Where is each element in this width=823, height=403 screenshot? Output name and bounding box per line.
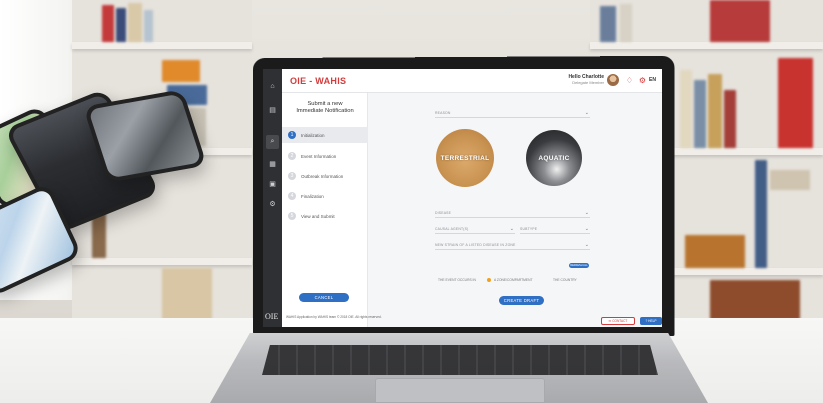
step-label: Outbreak Information: [301, 173, 344, 179]
step-number: 5: [288, 212, 296, 220]
side-rail: ⌂ ▤ ⌕ ▦ ▣ ⚙ OIE: [263, 69, 282, 327]
notification-icon[interactable]: ♢: [626, 76, 633, 85]
radio-selected-icon: [487, 278, 491, 282]
avatar[interactable]: [607, 74, 619, 86]
calendar-icon[interactable]: ▦: [266, 157, 279, 171]
step-label: Finalization: [301, 193, 324, 199]
app-brand[interactable]: OIE - WAHIS: [290, 76, 346, 86]
laptop-keyboard: [262, 345, 658, 375]
radio-zone-compartment[interactable]: A ZONE/COMPARTMENT: [487, 278, 533, 282]
terrestrial-option[interactable]: TERRESTRIAL: [436, 129, 494, 187]
radio-label: A ZONE/COMPARTMENT: [494, 278, 533, 282]
new-strain-select[interactable]: NEW STRAIN OF A LISTED DISEASE IN ZONE ⌄: [435, 241, 590, 250]
event-occurs-label: THE EVENT OCCURS IN: [438, 278, 476, 282]
panel-title-line2: Immediate Notification: [296, 108, 354, 114]
disease-label: DISEASE: [435, 211, 452, 215]
refresh-button[interactable]: REFRESH ALL: [569, 263, 589, 268]
chevron-down-icon: ⌄: [584, 242, 589, 248]
new-strain-label: NEW STRAIN OF A LISTED DISEASE IN ZONE: [435, 243, 516, 247]
search-icon[interactable]: ⌕: [266, 135, 279, 149]
chevron-down-icon: ⌄: [509, 226, 514, 232]
step-finalization[interactable]: 4 Finalization: [282, 188, 368, 204]
causal-agent-label: CAUSAL AGENT(S): [435, 227, 469, 231]
panel-title-line1: Submit a new: [307, 101, 343, 107]
laptop-trackpad: [375, 378, 545, 403]
causal-agent-select[interactable]: CAUSAL AGENT(S) ⌄: [435, 225, 515, 234]
help-label: HELP: [648, 319, 657, 323]
step-number: 3: [288, 172, 296, 180]
contact-button[interactable]: ✉ CONTACT: [601, 317, 635, 325]
step-number: 4: [288, 192, 296, 200]
reason-label: REASON: [435, 111, 451, 115]
main-form: REASON ⌄ TERRESTRIAL AQUATIC DISEASE ⌄ C…: [369, 93, 662, 327]
step-label: View and Submit: [301, 213, 335, 219]
document-icon[interactable]: ▤: [266, 103, 279, 117]
chevron-down-icon: ⌄: [584, 110, 589, 116]
panel-title: Submit a new Immediate Notification: [282, 101, 368, 115]
radio-label: THE COUNTRY: [553, 278, 577, 282]
settings-icon[interactable]: ⚙: [266, 197, 279, 211]
top-bar: OIE - WAHIS Hello Charlotte Delegate Mem…: [282, 69, 662, 93]
cancel-button[interactable]: CANCEL: [299, 293, 349, 302]
step-view-and-submit[interactable]: 5 View and Submit: [282, 208, 368, 224]
app-screen: ⌂ ▤ ⌕ ▦ ▣ ⚙ OIE OIE - WAHIS Hello Charlo…: [263, 69, 662, 327]
step-initialization[interactable]: 1 Initialization: [282, 127, 368, 143]
step-event-information[interactable]: 2 Event Information: [282, 148, 368, 164]
contact-label: CONTACT: [612, 319, 628, 323]
reason-select[interactable]: REASON ⌄: [435, 109, 590, 118]
step-label: Event Information: [301, 153, 337, 159]
aquatic-label: AQUATIC: [538, 154, 570, 162]
create-draft-button[interactable]: CREATE DRAFT: [499, 296, 544, 305]
chevron-down-icon: ⌄: [584, 210, 589, 216]
steps-panel: Submit a new Immediate Notification 1 In…: [282, 93, 368, 327]
oie-logo: OIE: [265, 312, 279, 321]
step-number: 1: [288, 131, 296, 139]
subtype-select[interactable]: SUBTYPE ⌄: [520, 225, 590, 234]
gear-icon[interactable]: ⚙: [639, 76, 646, 85]
footer-copyright: WAHIS Application by WAHIS team © 2018 O…: [286, 315, 382, 319]
aquatic-option[interactable]: AQUATIC: [526, 130, 582, 186]
step-label: Initialization: [301, 132, 325, 138]
home-icon[interactable]: ⌂: [266, 79, 279, 93]
user-role: Delegate Member: [572, 80, 604, 85]
radio-country[interactable]: THE COUNTRY: [553, 278, 577, 282]
language-selector[interactable]: EN: [649, 77, 656, 83]
step-number: 2: [288, 152, 296, 160]
terrestrial-label: TERRESTRIAL: [440, 154, 490, 162]
chevron-down-icon: ⌄: [584, 226, 589, 232]
subtype-label: SUBTYPE: [520, 227, 538, 231]
help-button[interactable]: ? HELP: [640, 317, 662, 325]
archive-icon[interactable]: ▣: [266, 177, 279, 191]
disease-select[interactable]: DISEASE ⌄: [435, 209, 590, 218]
step-outbreak-information[interactable]: 3 Outbreak Information: [282, 168, 368, 184]
